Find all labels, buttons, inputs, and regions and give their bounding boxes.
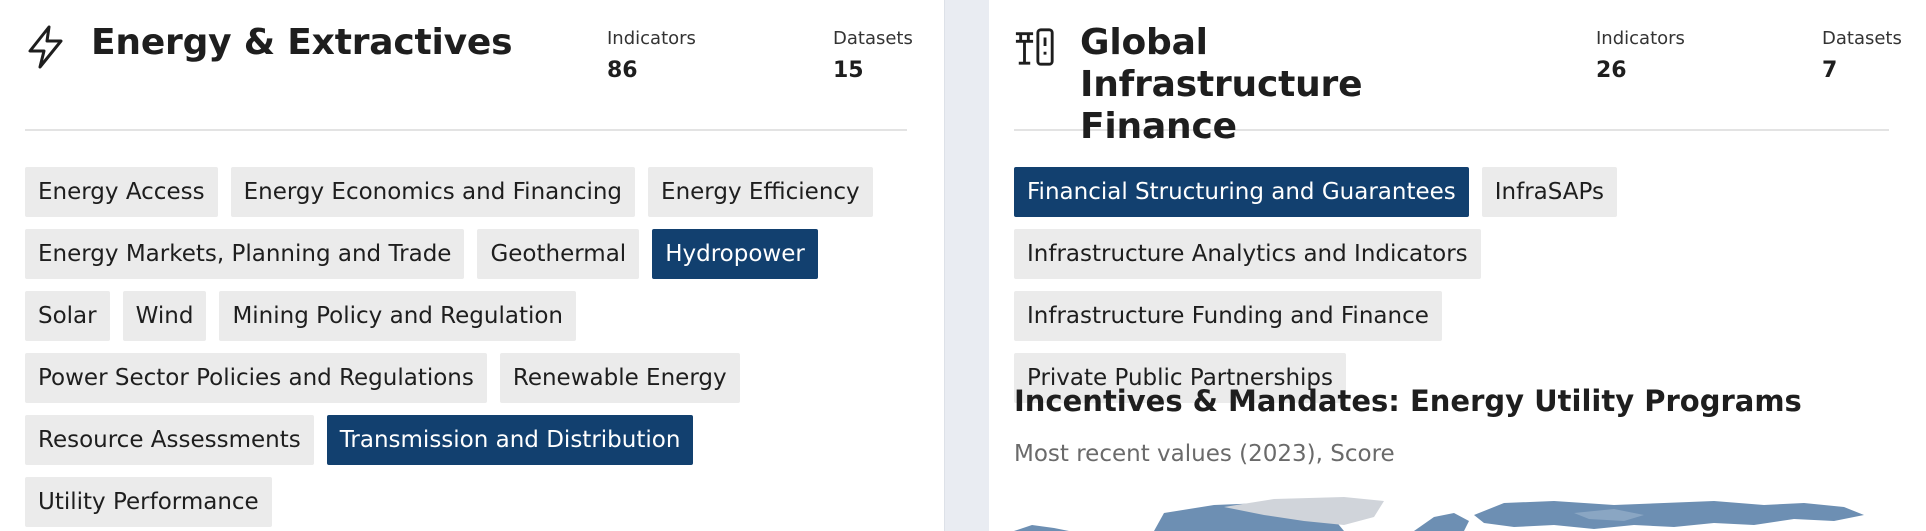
stat-label: Indicators (1596, 28, 1685, 49)
world-map[interactable] (1014, 495, 1914, 531)
topic-title-text: Global Infrastructure Finance (1080, 22, 1363, 147)
tag-wind[interactable]: Wind (122, 291, 207, 341)
stat-label: Indicators (607, 28, 696, 49)
indicator-subtitle: Most recent values (2023), Score (1014, 441, 1395, 467)
tag-solar[interactable]: Solar (25, 291, 110, 341)
tag-hydropower[interactable]: Hydropower (652, 229, 818, 279)
subtopic-tag-list: Financial Structuring and Guarantees Inf… (1014, 167, 1766, 403)
datasets-stat: Datasets 7 (1822, 28, 1902, 86)
tag-infrastructure-funding[interactable]: Infrastructure Funding and Finance (1014, 291, 1442, 341)
tag-infrastructure-analytics[interactable]: Infrastructure Analytics and Indicators (1014, 229, 1481, 279)
tag-transmission-distribution[interactable]: Transmission and Distribution (326, 415, 694, 465)
map-region (1014, 525, 1069, 531)
map-region (1474, 501, 1864, 529)
stat-value: 86 (607, 58, 638, 83)
tag-mining-policy[interactable]: Mining Policy and Regulation (219, 291, 576, 341)
datasets-stat: Datasets 15 (833, 28, 913, 86)
stat-label: Datasets (833, 28, 913, 49)
tag-geothermal[interactable]: Geothermal (477, 229, 640, 279)
topic-card-infrastructure: Global Infrastructure Finance Indicators… (989, 0, 1926, 531)
stat-value: 7 (1822, 58, 1838, 83)
tag-renewable-energy[interactable]: Renewable Energy (499, 353, 740, 403)
indicators-stat: Indicators 26 (1596, 28, 1685, 86)
topic-title[interactable]: Energy & Extractives (91, 22, 513, 64)
topic-card-energy: Energy & Extractives Indicators 86 Datas… (0, 0, 944, 531)
panel-divider (944, 0, 989, 531)
topic-header: Global Infrastructure Finance Indicators… (1014, 0, 1902, 147)
stat-value: 15 (833, 58, 864, 83)
tag-energy-efficiency[interactable]: Energy Efficiency (648, 167, 873, 217)
tag-infrasaps[interactable]: InfraSAPs (1481, 167, 1617, 217)
tag-utility-performance[interactable]: Utility Performance (25, 477, 272, 527)
tag-energy-economics-financing[interactable]: Energy Economics and Financing (230, 167, 636, 217)
tag-power-sector-policies[interactable]: Power Sector Policies and Regulations (25, 353, 487, 403)
tag-resource-assessments[interactable]: Resource Assessments (25, 415, 314, 465)
indicator-title[interactable]: Incentives & Mandates: Energy Utility Pr… (1014, 384, 1802, 418)
map-region (1414, 513, 1469, 531)
subtopic-tag-list: Energy Access Energy Economics and Finan… (25, 167, 914, 527)
indicators-stat: Indicators 86 (607, 28, 696, 86)
stat-label: Datasets (1822, 28, 1902, 49)
tag-financial-structuring[interactable]: Financial Structuring and Guarantees (1014, 167, 1469, 217)
topic-header: Energy & Extractives Indicators 86 Datas… (25, 0, 913, 131)
topic-title[interactable]: Global Infrastructure Finance (1080, 22, 1460, 148)
tag-energy-access[interactable]: Energy Access (25, 167, 218, 217)
stat-value: 26 (1596, 58, 1627, 83)
lightning-bolt-icon (28, 25, 63, 69)
infrastructure-pylon-icon (1015, 28, 1054, 66)
tag-energy-markets[interactable]: Energy Markets, Planning and Trade (25, 229, 465, 279)
